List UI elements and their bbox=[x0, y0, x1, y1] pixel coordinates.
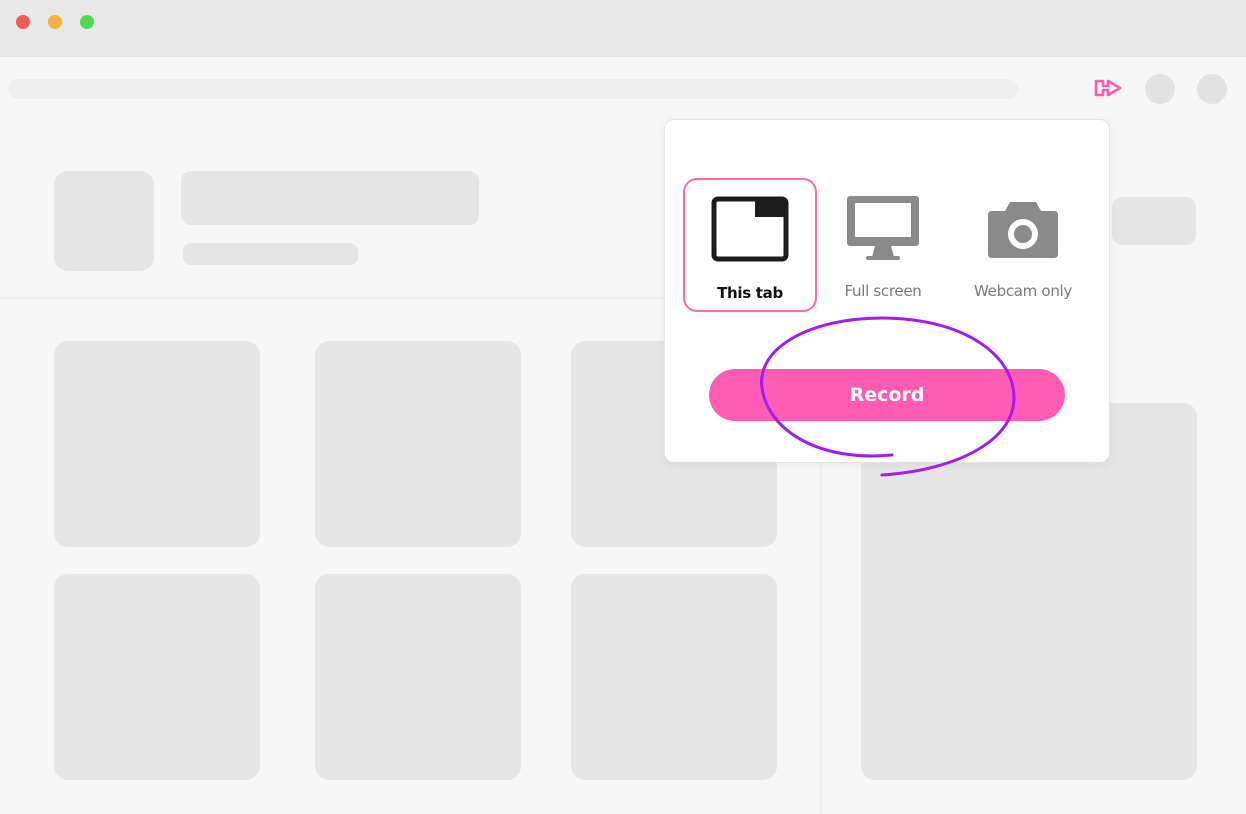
placeholder-button bbox=[1112, 197, 1196, 245]
option-webcam-only[interactable]: Webcam only bbox=[956, 178, 1090, 312]
loom-extension-icon[interactable] bbox=[1092, 76, 1124, 100]
placeholder-card bbox=[54, 574, 260, 780]
window-titlebar bbox=[0, 0, 1246, 57]
option-label: This tab bbox=[717, 284, 783, 302]
maximize-window-button[interactable] bbox=[80, 15, 94, 29]
address-bar[interactable] bbox=[8, 79, 1018, 99]
record-button[interactable]: Record bbox=[709, 369, 1065, 421]
option-label: Webcam only bbox=[974, 282, 1072, 300]
close-window-button[interactable] bbox=[16, 15, 30, 29]
monitor-icon bbox=[847, 196, 919, 260]
placeholder-card bbox=[315, 574, 521, 780]
browser-tab-icon bbox=[711, 196, 789, 262]
recorder-popup: This tab Full screen Webcam only Record bbox=[664, 119, 1110, 463]
placeholder-card bbox=[54, 341, 260, 547]
option-this-tab[interactable]: This tab bbox=[683, 178, 817, 312]
minimize-window-button[interactable] bbox=[48, 15, 62, 29]
placeholder-title bbox=[181, 171, 479, 225]
option-label: Full screen bbox=[844, 282, 922, 300]
placeholder-card bbox=[571, 574, 777, 780]
placeholder-card bbox=[315, 341, 521, 547]
placeholder-subtitle bbox=[183, 243, 358, 265]
profile-avatar[interactable] bbox=[1197, 74, 1227, 104]
camera-icon bbox=[988, 202, 1058, 258]
placeholder-avatar bbox=[54, 171, 154, 271]
option-full-screen[interactable]: Full screen bbox=[816, 178, 950, 312]
toolbar-button[interactable] bbox=[1145, 74, 1175, 104]
